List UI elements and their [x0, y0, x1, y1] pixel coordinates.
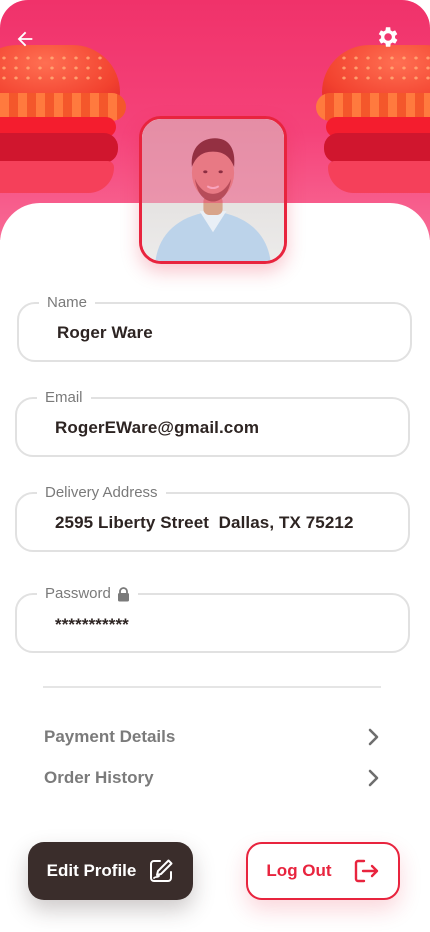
edit-profile-label: Edit Profile: [46, 861, 137, 880]
gear-icon: [378, 27, 398, 47]
edit-icon: [150, 859, 173, 882]
avatar[interactable]: [139, 116, 287, 264]
logout-button[interactable]: Log Out: [246, 842, 400, 900]
address-value: 2595 Liberty Street Dallas, TX 75212: [55, 513, 354, 532]
chevron-right-icon: [368, 769, 379, 787]
email-label: Email: [37, 388, 91, 408]
order-history-label: Order History: [44, 768, 154, 787]
order-history-row[interactable]: Order History: [44, 763, 380, 793]
email-field[interactable]: Email RogerEWare@gmail.com: [15, 388, 410, 457]
divider: [43, 686, 381, 688]
payment-details-label: Payment Details: [44, 727, 176, 746]
lock-icon: [117, 586, 129, 601]
name-value: Roger Ware: [57, 323, 153, 342]
settings-button[interactable]: [372, 22, 402, 52]
back-button[interactable]: [10, 24, 40, 54]
payment-details-row[interactable]: Payment Details: [44, 722, 380, 752]
arrow-left-icon: [17, 31, 33, 47]
logout-icon: [354, 859, 378, 883]
password-value: ***********: [55, 615, 129, 634]
edit-profile-button[interactable]: Edit Profile: [28, 842, 193, 900]
address-field[interactable]: Delivery Address 2595 Liberty Street Dal…: [15, 483, 410, 552]
profile-screen: Name Roger Ware Email RogerEWare@gmail.c…: [0, 0, 430, 932]
password-label: Password: [37, 584, 138, 604]
name-label: Name: [39, 293, 96, 313]
address-label: Delivery Address: [37, 483, 166, 503]
password-field[interactable]: Password ***********: [15, 584, 410, 653]
chevron-right-icon: [368, 728, 379, 746]
logout-label: Log Out: [266, 861, 332, 880]
name-field[interactable]: Name Roger Ware: [17, 293, 412, 362]
email-value: RogerEWare@gmail.com: [55, 418, 260, 437]
